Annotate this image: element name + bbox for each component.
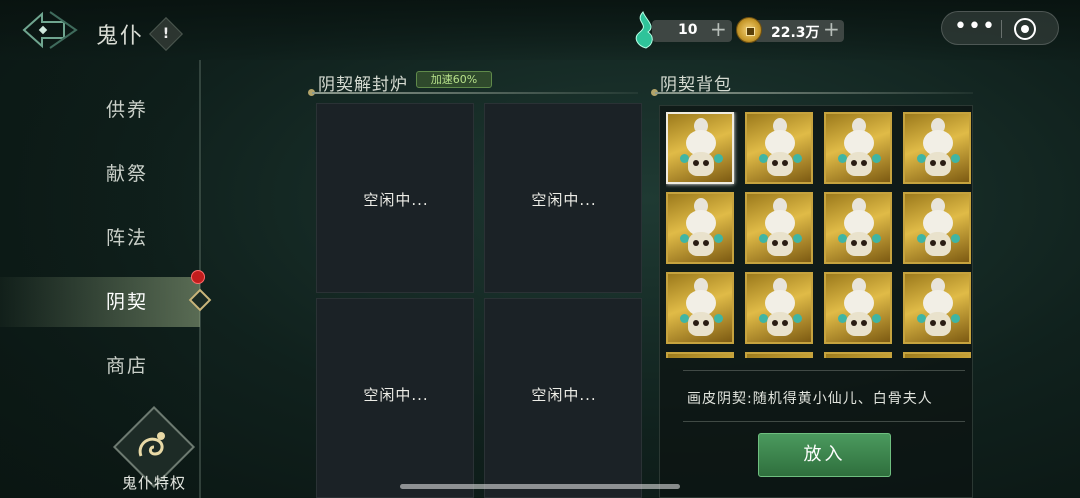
more-menu-icon[interactable]: ••• bbox=[954, 14, 996, 39]
skull-icon bbox=[688, 152, 714, 176]
bead-icon bbox=[793, 314, 802, 323]
bag-item[interactable] bbox=[903, 352, 971, 358]
sidebar-item-shop[interactable]: 商店 bbox=[0, 341, 200, 391]
gourd-icon bbox=[923, 278, 953, 316]
capsule-divider bbox=[1001, 20, 1002, 38]
skull-icon bbox=[846, 312, 872, 336]
furnace-slot[interactable]: 空闲中... bbox=[484, 298, 642, 498]
coin-icon bbox=[736, 17, 762, 43]
jade-currency: 10 + bbox=[628, 11, 732, 49]
info-label: ! bbox=[162, 26, 170, 42]
privilege-label[interactable]: 鬼仆特权 bbox=[122, 472, 186, 493]
jade-add-button[interactable]: + bbox=[710, 19, 727, 39]
skull-icon bbox=[688, 232, 714, 256]
bag-item[interactable] bbox=[903, 192, 971, 264]
gourd-icon bbox=[844, 198, 874, 236]
furnace-title-line bbox=[312, 92, 638, 94]
gourd-icon bbox=[686, 278, 716, 316]
gourd-icon bbox=[686, 118, 716, 156]
item-description: 画皮阴契:随机得黄小仙儿、白骨夫人 bbox=[687, 391, 933, 407]
bag-item[interactable] bbox=[666, 112, 734, 184]
furnace-slot[interactable]: 空闲中... bbox=[316, 103, 474, 293]
bag-item[interactable] bbox=[824, 112, 892, 184]
speed-badge: 加速60% bbox=[416, 71, 492, 88]
bag-item[interactable] bbox=[824, 192, 892, 264]
bead-icon bbox=[872, 314, 881, 323]
gourd-icon bbox=[844, 278, 874, 316]
close-target-icon[interactable] bbox=[1014, 18, 1036, 40]
bag-item[interactable] bbox=[666, 272, 734, 344]
bag-grid[interactable] bbox=[666, 112, 976, 358]
skull-icon bbox=[767, 312, 793, 336]
coin-value: 22.3万 bbox=[771, 25, 820, 41]
bead-icon bbox=[951, 234, 960, 243]
gourd-icon bbox=[923, 118, 953, 156]
bag-item[interactable] bbox=[666, 352, 734, 358]
sidebar-item-offering[interactable]: 供养 bbox=[0, 85, 200, 135]
bead-icon bbox=[714, 234, 723, 243]
bag-item[interactable] bbox=[903, 112, 971, 184]
gourd-icon bbox=[686, 198, 716, 236]
skull-icon bbox=[925, 312, 951, 336]
page-title: 鬼仆 bbox=[96, 24, 145, 49]
coin-currency: 22.3万 + bbox=[736, 16, 844, 44]
furnace-slot[interactable]: 空闲中... bbox=[316, 298, 474, 498]
desc-divider-top bbox=[683, 370, 965, 371]
bag-item[interactable] bbox=[745, 112, 813, 184]
jade-value: 10 bbox=[678, 22, 698, 38]
slot-status: 空闲中... bbox=[531, 386, 597, 404]
bead-icon bbox=[872, 154, 881, 163]
bead-icon bbox=[951, 314, 960, 323]
bag-title-line bbox=[655, 92, 973, 94]
jade-flame-icon bbox=[635, 11, 653, 49]
home-indicator bbox=[400, 484, 680, 489]
bead-icon bbox=[714, 154, 723, 163]
system-capsule: ••• bbox=[941, 11, 1059, 45]
sidebar-item-yinqi[interactable]: 阴契 bbox=[0, 277, 200, 327]
sidebar-item-formation[interactable]: 阵法 bbox=[0, 213, 200, 263]
bag-item[interactable] bbox=[745, 272, 813, 344]
back-arrow-icon bbox=[22, 11, 78, 49]
bead-icon bbox=[793, 154, 802, 163]
gourd-icon bbox=[765, 198, 795, 236]
slot-status: 空闲中... bbox=[363, 191, 429, 209]
bag-item[interactable] bbox=[824, 352, 892, 358]
skull-icon bbox=[925, 152, 951, 176]
bag-item[interactable] bbox=[824, 272, 892, 344]
bag-item[interactable] bbox=[745, 192, 813, 264]
skull-icon bbox=[846, 152, 872, 176]
slot-status: 空闲中... bbox=[531, 191, 597, 209]
sidebar-item-sacrifice[interactable]: 献祭 bbox=[0, 149, 200, 199]
gourd-icon bbox=[765, 118, 795, 156]
coin-add-button[interactable]: + bbox=[823, 19, 840, 39]
skull-icon bbox=[925, 232, 951, 256]
back-button[interactable] bbox=[20, 8, 80, 52]
gourd-icon bbox=[765, 278, 795, 316]
bag-item[interactable] bbox=[666, 192, 734, 264]
slot-status: 空闲中... bbox=[363, 386, 429, 404]
bag-item[interactable] bbox=[903, 272, 971, 344]
desc-divider-bottom bbox=[683, 421, 965, 422]
gourd-icon bbox=[844, 118, 874, 156]
skull-icon bbox=[688, 312, 714, 336]
bead-icon bbox=[951, 154, 960, 163]
bead-icon bbox=[793, 234, 802, 243]
furnace-slot[interactable]: 空闲中... bbox=[484, 103, 642, 293]
bead-icon bbox=[714, 314, 723, 323]
skull-icon bbox=[767, 152, 793, 176]
bead-icon bbox=[872, 234, 881, 243]
privilege-emblem-icon bbox=[138, 432, 165, 457]
skull-icon bbox=[846, 232, 872, 256]
gourd-icon bbox=[923, 198, 953, 236]
notification-dot bbox=[191, 270, 205, 284]
bag-item[interactable] bbox=[745, 352, 813, 358]
put-in-button[interactable]: 放入 bbox=[758, 433, 891, 477]
skull-icon bbox=[767, 232, 793, 256]
